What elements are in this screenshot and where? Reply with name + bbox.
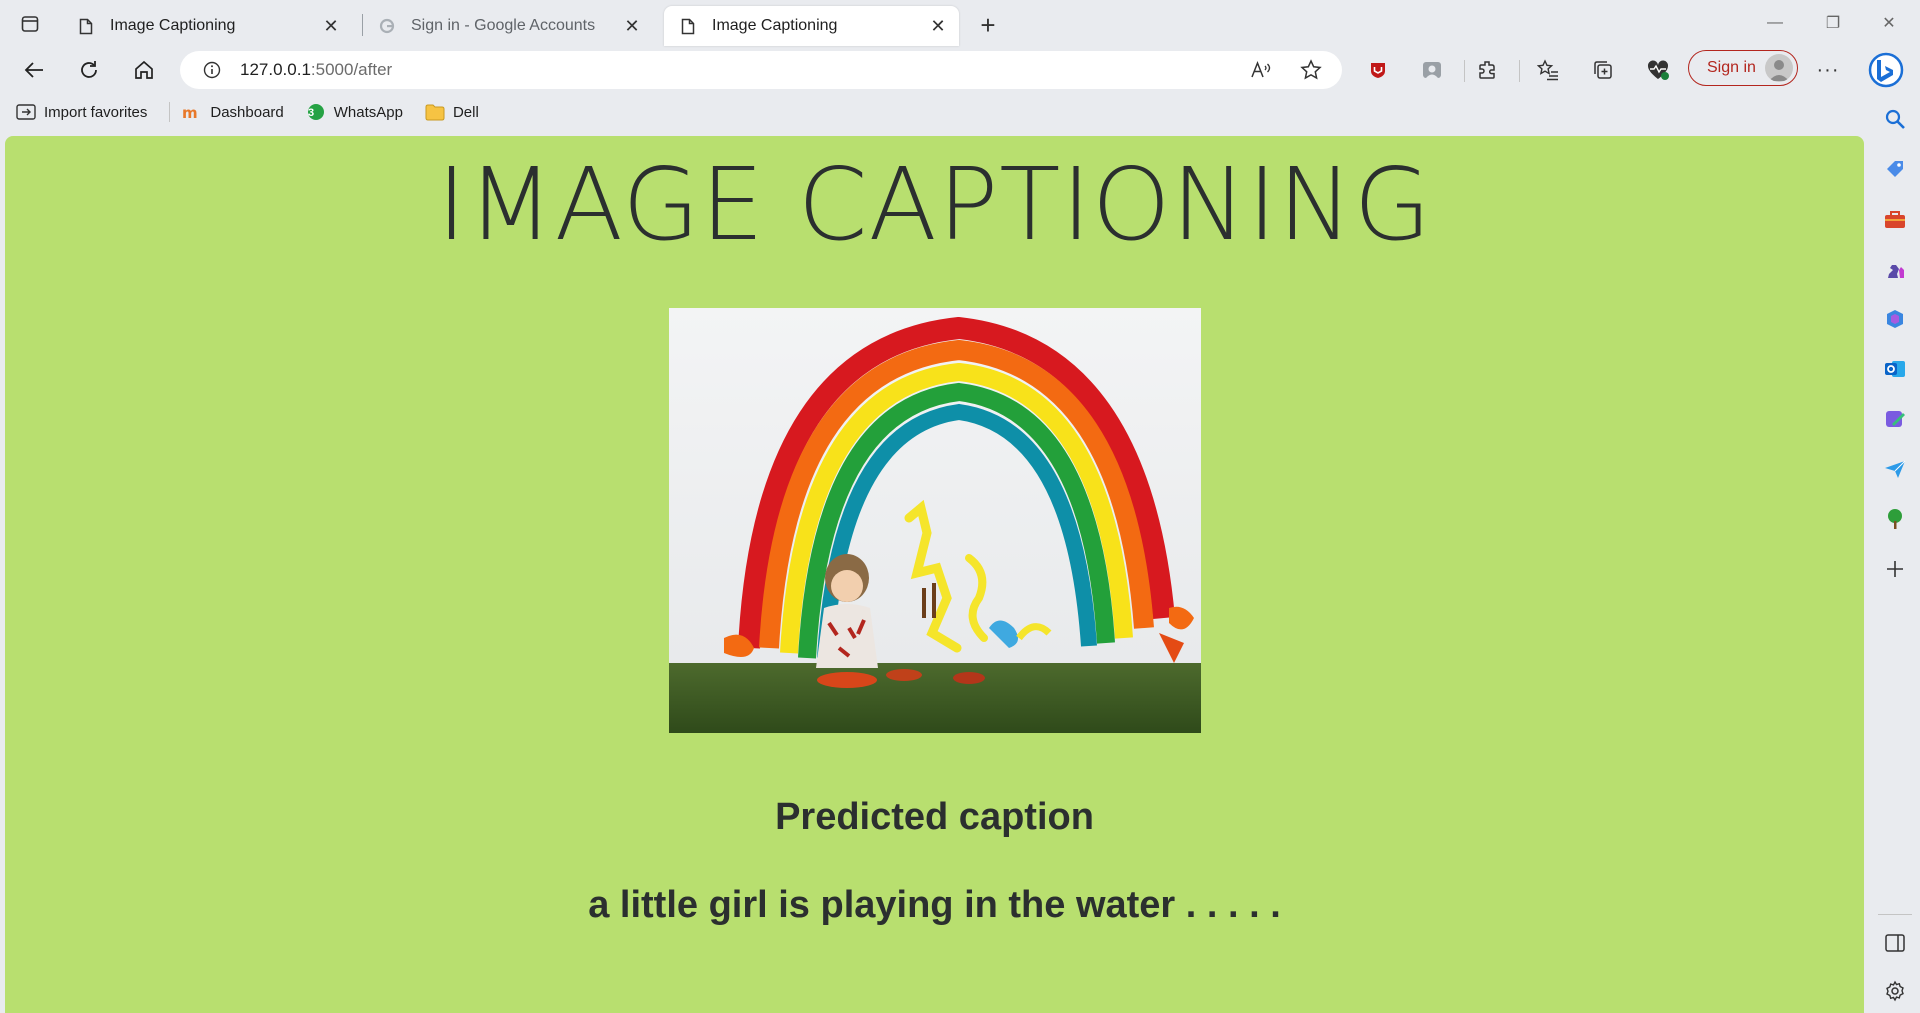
tab-title: Image Captioning	[110, 17, 236, 34]
folder-icon	[425, 103, 445, 121]
profile-extension-icon[interactable]	[1416, 54, 1448, 86]
favorite-label: Import favorites	[44, 103, 148, 121]
favorite-dashboard[interactable]: m Dashboard	[182, 103, 283, 121]
favorite-label: WhatsApp	[333, 103, 403, 121]
home-icon	[135, 60, 153, 79]
import-favorites-icon	[16, 103, 36, 121]
search-icon[interactable]	[1880, 104, 1910, 134]
favorite-import[interactable]: Import favorites	[16, 103, 147, 121]
browser-essentials-icon[interactable]	[1642, 54, 1674, 86]
url-path: :5000/after	[310, 60, 393, 79]
hide-sidebar-icon[interactable]	[1880, 928, 1910, 958]
shopping-tag-icon[interactable]	[1880, 154, 1910, 184]
home-button[interactable]	[128, 54, 160, 86]
refresh-icon	[81, 61, 97, 78]
tab-actions-icon[interactable]	[16, 12, 44, 36]
browser-toolbar: 127.0.0.1:5000/after Sign in ···	[0, 48, 1920, 90]
address-bar[interactable]: 127.0.0.1:5000/after	[180, 51, 1342, 89]
close-window-button[interactable]: ✕	[1876, 10, 1902, 36]
more-options-button[interactable]: ···	[1812, 54, 1844, 86]
tools-briefcase-icon[interactable]	[1880, 204, 1910, 234]
read-aloud-icon[interactable]	[1250, 59, 1272, 81]
outlook-icon[interactable]	[1880, 354, 1910, 384]
favorite-star-icon[interactable]	[1300, 59, 1322, 81]
url-host: 127.0.0.1	[240, 60, 311, 79]
favorite-label: Dell	[452, 103, 479, 121]
edge-sidebar	[1870, 48, 1920, 1013]
new-tab-button[interactable]: +	[975, 10, 1001, 40]
page-viewport: IMAGE CAPTIONING Predicted caption a lit…	[5, 136, 1864, 1013]
close-tab-icon[interactable]: ✕	[320, 15, 342, 37]
extensions-icon[interactable]	[1471, 54, 1503, 86]
favorite-dell[interactable]: Dell	[425, 103, 479, 121]
page-icon	[678, 16, 698, 36]
favorites-divider	[169, 102, 171, 122]
favorite-whatsapp[interactable]: WhatsApp	[306, 103, 403, 121]
avatar	[1765, 54, 1793, 82]
favorite-label: Dashboard	[210, 103, 284, 121]
predicted-caption-text: a little girl is playing in the water . …	[588, 884, 1281, 926]
minimize-button[interactable]: —	[1762, 10, 1788, 36]
google-icon	[377, 16, 397, 36]
favorites-bar: Import favorites m Dashboard WhatsApp De…	[0, 96, 1860, 128]
toolbar-divider	[1519, 60, 1520, 82]
sidebar-divider	[1878, 914, 1912, 915]
designer-icon[interactable]	[1880, 404, 1910, 434]
restore-button[interactable]: ❐	[1820, 10, 1846, 36]
rainbow-girl-image	[669, 308, 1201, 733]
games-chess-icon[interactable]	[1880, 254, 1910, 284]
mcafee-extension-icon[interactable]	[1362, 54, 1394, 86]
tab-strip: Image Captioning ✕ Sign in - Google Acco…	[0, 0, 1920, 48]
close-tab-icon[interactable]: ✕	[927, 15, 949, 37]
microsoft-365-icon[interactable]	[1880, 304, 1910, 334]
whatsapp-badge: 3	[307, 107, 315, 119]
collections-icon[interactable]	[1587, 54, 1619, 86]
close-tab-icon[interactable]: ✕	[621, 15, 643, 37]
predicted-caption-heading: Predicted caption	[775, 796, 1094, 838]
sign-in-label: Sign in	[1707, 59, 1756, 76]
tab-image-captioning-active[interactable]: Image Captioning ✕	[664, 6, 959, 46]
tree-icon[interactable]	[1880, 504, 1910, 534]
favorites-icon[interactable]	[1532, 54, 1564, 86]
back-button[interactable]	[18, 54, 50, 86]
page-title: IMAGE CAPTIONING	[436, 146, 1433, 263]
refresh-button[interactable]	[73, 54, 105, 86]
tab-title: Sign in - Google Accounts	[411, 17, 596, 34]
send-plane-icon[interactable]	[1880, 454, 1910, 484]
svg-text:m: m	[182, 104, 198, 120]
dashboard-icon: m	[182, 103, 202, 121]
info-icon[interactable]	[202, 60, 222, 80]
settings-gear-icon[interactable]	[1880, 976, 1910, 1006]
tab-image-captioning-1[interactable]: Image Captioning ✕	[62, 8, 352, 44]
add-sidebar-app-icon[interactable]	[1880, 554, 1910, 584]
tab-title: Image Captioning	[712, 17, 838, 34]
toolbar-divider	[1464, 60, 1465, 82]
page-icon	[76, 16, 96, 36]
tab-google-sign-in[interactable]: Sign in - Google Accounts ✕	[363, 8, 653, 44]
back-arrow-icon	[24, 62, 43, 78]
uploaded-photo	[669, 308, 1201, 733]
sign-in-button[interactable]: Sign in	[1688, 50, 1798, 86]
